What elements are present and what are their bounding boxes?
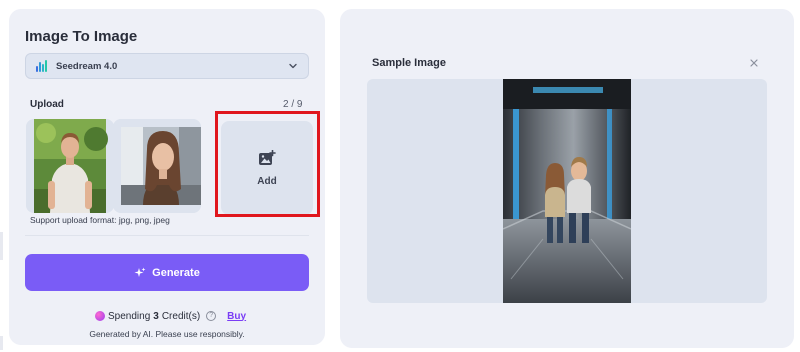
sample-preview-area — [367, 79, 767, 303]
spending-credits: 3 — [153, 310, 159, 322]
ai-disclaimer: Generated by AI. Please use responsibly. — [89, 329, 245, 339]
section-divider — [25, 235, 309, 236]
panel-title: Image To Image — [25, 28, 138, 45]
upload-count: 2 / 9 — [283, 99, 303, 110]
generate-button[interactable]: Generate — [25, 254, 309, 291]
model-select-value: Seedream 4.0 — [56, 60, 118, 72]
spending-suffix: Credit(s) — [161, 310, 201, 322]
sample-image-title: Sample Image — [372, 57, 446, 69]
seedream-bars-icon — [36, 60, 50, 72]
sample-image-panel: Sample Image — [340, 9, 794, 348]
buy-link[interactable]: Buy — [227, 311, 246, 322]
upload-format-note: Support upload format: jpg, png, jpeg — [30, 215, 170, 225]
spending-info: Spending 3 Credit(s) ? Buy — [95, 309, 246, 323]
close-icon[interactable] — [748, 56, 760, 68]
help-icon[interactable]: ? — [206, 311, 217, 321]
sparkle-icon — [134, 267, 146, 279]
edge-scroll-mark — [0, 232, 3, 260]
sample-image — [503, 79, 631, 303]
edge-scroll-mark-bottom — [0, 336, 3, 350]
uploaded-thumbnail-man[interactable] — [26, 119, 114, 213]
uploaded-thumbnail-woman[interactable] — [113, 119, 201, 213]
upload-label: Upload — [30, 99, 64, 110]
chevron-down-icon — [288, 61, 298, 71]
model-select[interactable]: Seedream 4.0 — [25, 53, 309, 79]
spending-prefix: Spending — [108, 310, 151, 322]
generate-label: Generate — [152, 266, 200, 279]
add-image-icon — [258, 149, 276, 166]
add-image-button[interactable]: Add — [221, 121, 313, 215]
credit-coin-icon — [95, 311, 105, 321]
add-image-label: Add — [257, 175, 277, 187]
image-to-image-panel: Image To Image Seedream 4.0 Upload 2 / 9 — [9, 9, 325, 345]
